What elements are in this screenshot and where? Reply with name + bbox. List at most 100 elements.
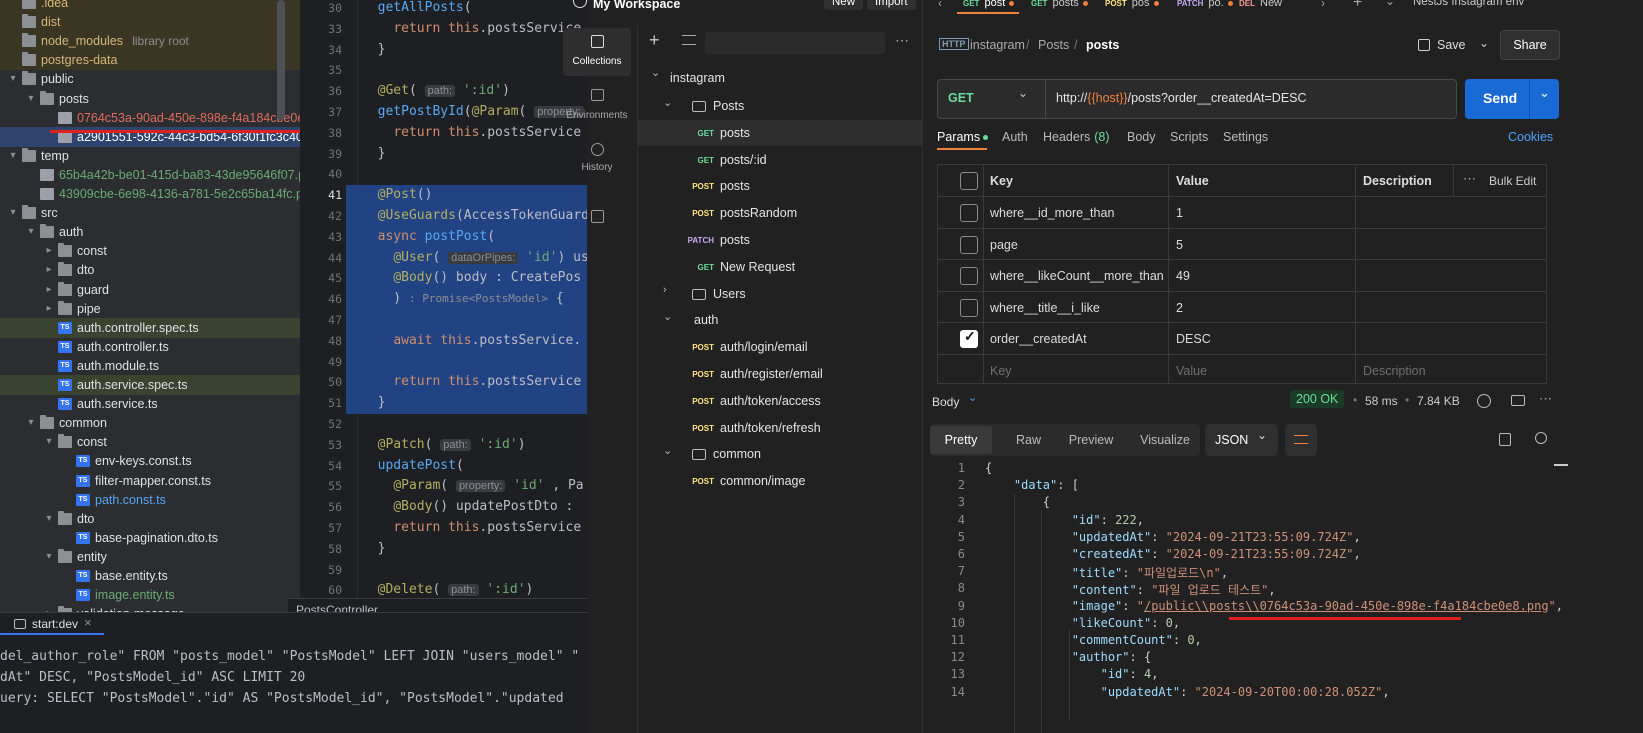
new-tab-icon[interactable]: + bbox=[1353, 0, 1362, 12]
save-dropdown-icon[interactable]: ⌄ bbox=[1479, 36, 1489, 50]
param-checkbox[interactable] bbox=[960, 298, 978, 317]
bulk-edit-link[interactable]: Bulk Edit bbox=[1489, 174, 1536, 188]
tree-item[interactable]: ▾ common bbox=[0, 413, 300, 433]
json-scroll-marker[interactable] bbox=[1554, 464, 1568, 466]
example-icon[interactable] bbox=[1511, 395, 1525, 406]
request-tab[interactable]: PATCH po. bbox=[1177, 0, 1233, 13]
code-editor[interactable]: 30 getAllPosts(33 return this.postsServi… bbox=[300, 0, 587, 612]
tree-item[interactable]: postgres-data bbox=[0, 50, 300, 71]
collection-folder[interactable]: › Users bbox=[637, 281, 923, 307]
json-line[interactable]: "id": 4, bbox=[985, 667, 1159, 681]
collection-folder[interactable]: ⌄ Posts bbox=[637, 93, 923, 119]
tree-item[interactable]: TS auth.service.spec.ts bbox=[0, 375, 300, 395]
code-line[interactable]: } bbox=[362, 144, 386, 164]
tree-item[interactable]: TS base-pagination.dto.ts bbox=[0, 528, 300, 548]
tree-item[interactable]: .idea bbox=[0, 0, 300, 13]
param-value[interactable]: 5 bbox=[1176, 238, 1183, 252]
close-icon[interactable]: × bbox=[84, 615, 92, 630]
send-button[interactable]: Send ⌄ bbox=[1465, 79, 1559, 119]
more-icon[interactable]: ⋯ bbox=[1539, 391, 1552, 407]
response-tab[interactable]: Visualize bbox=[1131, 426, 1199, 454]
collection-request[interactable]: GET posts bbox=[637, 119, 923, 146]
param-row[interactable]: where__likeCount__more_than 49 bbox=[938, 260, 1546, 292]
url-input[interactable]: http://{{host}}/posts?order__createdAt=D… bbox=[1056, 91, 1307, 105]
param-value[interactable]: DESC bbox=[1176, 332, 1211, 346]
code-line[interactable]: await this.postsService. bbox=[362, 331, 581, 351]
param-key[interactable]: where__id_more_than bbox=[990, 206, 1114, 220]
method-dropdown-icon[interactable]: ⌄ bbox=[1018, 86, 1028, 100]
request-subtab[interactable]: Scripts bbox=[1170, 130, 1208, 144]
param-new-row[interactable]: Key Value Description bbox=[938, 355, 1546, 383]
tree-item[interactable]: ▸ const bbox=[0, 241, 300, 261]
param-checkbox[interactable] bbox=[960, 235, 978, 254]
collection-request[interactable]: POST postsRandom bbox=[637, 200, 923, 226]
tree-item[interactable]: TS base.entity.ts bbox=[0, 566, 300, 586]
code-line[interactable]: @Body() updatePostDto : bbox=[362, 497, 573, 517]
collection-request[interactable]: POST posts bbox=[637, 173, 923, 199]
chevron-down-icon[interactable]: ⌄ bbox=[663, 444, 672, 457]
tree-item[interactable]: ▾ src bbox=[0, 203, 300, 223]
request-subtab[interactable]: Settings bbox=[1223, 130, 1268, 144]
code-line[interactable]: getAllPosts( bbox=[362, 0, 472, 18]
tree-item[interactable]: dist bbox=[0, 12, 300, 33]
param-row[interactable]: where__id_more_than 1 bbox=[938, 197, 1546, 229]
rail-history[interactable]: History bbox=[563, 138, 631, 182]
request-subtab[interactable]: Auth bbox=[1002, 130, 1028, 144]
collection-name[interactable]: instagram bbox=[670, 71, 725, 85]
chevron-down-icon[interactable]: ▾ bbox=[26, 413, 36, 433]
request-tab[interactable]: GET posts bbox=[1031, 0, 1088, 13]
param-key[interactable]: order__createdAt bbox=[990, 332, 1087, 346]
terminal-tab-start-dev[interactable]: start:dev bbox=[32, 617, 78, 631]
tree-item[interactable]: TS path.const.ts bbox=[0, 490, 300, 510]
param-placeholder-key[interactable]: Key bbox=[990, 364, 1012, 378]
collection-request[interactable]: POST common/image bbox=[637, 468, 923, 494]
collection-request[interactable]: GET New Request bbox=[637, 254, 923, 280]
chevron-down-icon[interactable]: ⌄ bbox=[663, 96, 672, 109]
request-tab[interactable]: POST pos bbox=[1105, 0, 1159, 13]
search-icon[interactable] bbox=[1535, 432, 1547, 444]
param-value[interactable]: 2 bbox=[1176, 301, 1183, 315]
param-value[interactable]: 1 bbox=[1176, 206, 1183, 220]
collections-search-input[interactable] bbox=[705, 32, 885, 54]
more-icon[interactable]: ⋯ bbox=[1463, 171, 1476, 187]
more-icon[interactable]: ⋯ bbox=[895, 32, 909, 49]
tree-item[interactable]: TS auth.controller.spec.ts bbox=[0, 317, 300, 338]
tree-item[interactable]: node_modules library root bbox=[0, 31, 300, 52]
tree-scrollbar[interactable] bbox=[277, 0, 285, 120]
url-bar[interactable]: GET ⌄ http://{{host}}/posts?order__creat… bbox=[937, 79, 1457, 119]
chevron-down-icon[interactable]: ⌄ bbox=[968, 391, 977, 404]
tree-item[interactable]: ▾ entity bbox=[0, 547, 300, 567]
chevron-right-icon[interactable]: ▸ bbox=[44, 299, 54, 319]
tree-item[interactable]: TS auth.controller.ts bbox=[0, 337, 300, 357]
breadcrumb-collection[interactable]: instagram bbox=[970, 38, 1025, 52]
tree-item[interactable]: TS env-keys.const.ts bbox=[0, 451, 300, 471]
chevron-right-icon[interactable]: ▸ bbox=[44, 280, 54, 300]
json-line[interactable]: "title": "파일업로드\n", bbox=[985, 564, 1228, 581]
code-line[interactable]: @Patch( path: ':id') bbox=[362, 435, 526, 455]
json-line[interactable]: "updatedAt": "2024-09-20T00:00:28.052Z", bbox=[985, 685, 1390, 699]
chevron-down-icon[interactable]: ▾ bbox=[26, 222, 36, 242]
param-row[interactable]: ✓ order__createdAt DESC bbox=[938, 323, 1546, 355]
add-icon[interactable]: + bbox=[649, 30, 660, 51]
json-line[interactable]: { bbox=[985, 495, 1050, 509]
tree-item[interactable]: TS auth.service.ts bbox=[0, 394, 300, 414]
tree-item[interactable]: ▾ public bbox=[0, 69, 300, 89]
tree-item[interactable]: TS filter-mapper.const.ts bbox=[0, 471, 300, 491]
format-select[interactable]: JSON ⌄ bbox=[1205, 424, 1278, 456]
code-line[interactable]: return this.postsService bbox=[362, 123, 581, 143]
save-button[interactable]: Save bbox=[1437, 38, 1466, 52]
param-row[interactable]: page 5 bbox=[938, 229, 1546, 261]
chevron-down-icon[interactable]: ▾ bbox=[8, 203, 18, 223]
chevron-down-icon[interactable]: ▾ bbox=[44, 547, 54, 567]
param-placeholder-value[interactable]: Value bbox=[1176, 364, 1207, 378]
chevron-down-icon[interactable]: ▾ bbox=[8, 69, 18, 89]
collection-request[interactable]: PATCH posts bbox=[637, 227, 923, 253]
json-line[interactable]: "commentCount": 0, bbox=[985, 633, 1202, 647]
collection-request[interactable]: POST auth/token/refresh bbox=[637, 415, 923, 441]
tree-item[interactable]: ▸ guard bbox=[0, 280, 300, 300]
code-line[interactable]: return this.postsService bbox=[362, 19, 581, 39]
tree-item[interactable]: ▸ dto bbox=[0, 260, 300, 280]
rail-environments[interactable]: Environments bbox=[563, 84, 631, 128]
param-checkbox[interactable] bbox=[960, 204, 978, 222]
json-line[interactable]: "content": "파일 업로드 테스트", bbox=[985, 581, 1276, 598]
